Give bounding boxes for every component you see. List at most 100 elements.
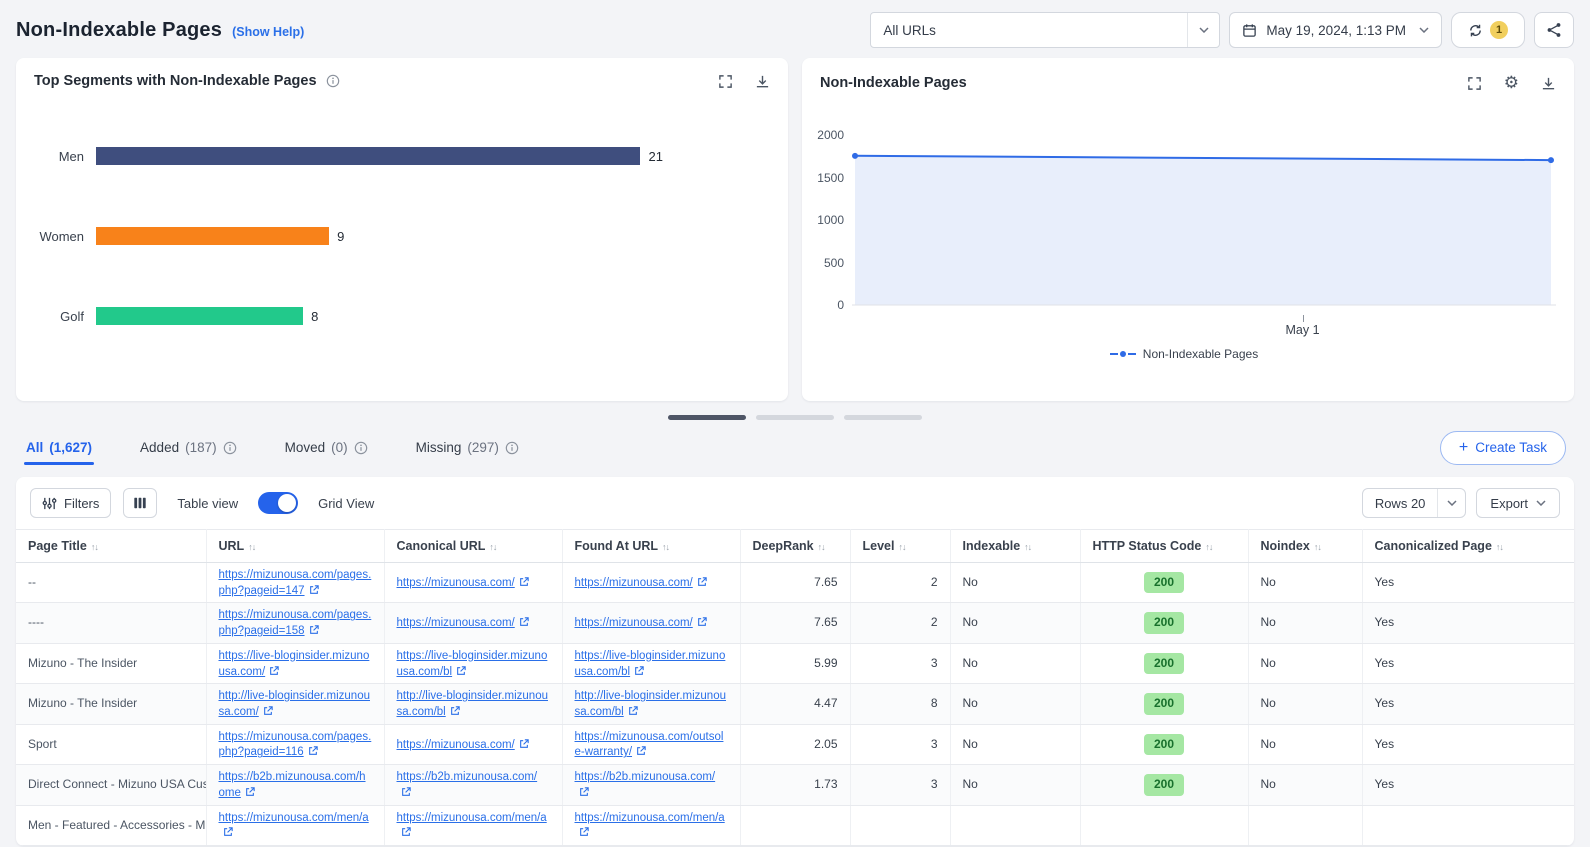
table-row[interactable]: Mizuno - The Insider http://live-bloginsi… (16, 683, 1574, 725)
sort-icon[interactable]: ↑↓ (489, 542, 497, 552)
date-picker[interactable]: May 19, 2024, 1:13 PM (1229, 12, 1442, 48)
view-toggle[interactable] (258, 492, 299, 514)
trend-legend[interactable]: Non-Indexable Pages (812, 347, 1556, 361)
table-row[interactable]: Men - Featured - Accessories - Miz https:… (16, 805, 1574, 847)
trend-x-axis: May 1 (852, 315, 1556, 339)
column-header-indexable[interactable]: Indexable ↑↓ (950, 529, 1081, 563)
cell-found-at-url: https://mizunousa.com/ (562, 602, 741, 644)
column-header-canonical-url[interactable]: Canonical URL ↑↓ (384, 529, 563, 563)
url-link[interactable]: https://mizunousa.com/men/a (575, 812, 725, 840)
info-icon[interactable] (354, 441, 368, 455)
bar[interactable] (96, 307, 304, 325)
table-row[interactable]: Direct Connect - Mizuno USA Custo https:/… (16, 764, 1574, 806)
cell-canonicalized-page: Yes (1362, 562, 1574, 604)
download-icon[interactable] (755, 74, 770, 89)
url-link[interactable]: https://mizunousa.com/ (397, 617, 529, 629)
url-link[interactable]: http://live-bloginsider.mizunousa.com/ (219, 690, 371, 718)
url-link[interactable]: https://b2b.mizunousa.com/ (397, 771, 537, 799)
sort-icon[interactable]: ↑↓ (898, 542, 906, 552)
export-button[interactable]: Export (1476, 488, 1560, 518)
carousel-segment[interactable] (844, 415, 922, 420)
carousel-segment[interactable] (668, 415, 746, 420)
info-icon[interactable] (505, 441, 519, 455)
url-link[interactable]: https://b2b.mizunousa.com/ (575, 771, 715, 799)
cell-found-at-url: https://live-bloginsider.mizunousa.com/b… (562, 643, 741, 685)
show-help-link[interactable]: (Show Help) (232, 25, 304, 39)
url-link[interactable]: https://mizunousa.com/outsole-warranty/ (575, 731, 724, 759)
external-link-icon (628, 706, 638, 715)
column-header-noindex[interactable]: Noindex ↑↓ (1248, 529, 1363, 563)
table-row[interactable]: Mizuno - The Insider https://live-blogins… (16, 643, 1574, 685)
sort-icon[interactable]: ↑↓ (1496, 542, 1504, 552)
column-header-level[interactable]: Level ↑↓ (850, 529, 951, 563)
cell-url: http://live-bloginsider.mizunousa.com/ (206, 683, 385, 725)
url-link[interactable]: http://live-bloginsider.mizunousa.com/bl (397, 690, 549, 718)
url-link[interactable]: https://b2b.mizunousa.com/home (219, 771, 366, 799)
url-link[interactable]: https://live-bloginsider.mizunousa.com/b… (397, 650, 548, 678)
tab-added[interactable]: Added (187) (138, 426, 239, 469)
expand-icon[interactable] (1467, 76, 1482, 91)
cell-deeprank: 7.65 (740, 602, 851, 644)
url-link[interactable]: https://mizunousa.com/men/a (219, 812, 369, 840)
column-header-canonicalized-page[interactable]: Canonicalized Page ↑↓ (1362, 529, 1574, 563)
cell-canonical-url: https://mizunousa.com/men/a (384, 805, 563, 847)
url-link[interactable]: https://mizunousa.com/ (575, 617, 707, 629)
column-header-url[interactable]: URL ↑↓ (206, 529, 385, 563)
create-task-button[interactable]: + Create Task (1439, 430, 1566, 465)
column-header-deeprank[interactable]: DeepRank ↑↓ (740, 529, 851, 563)
carousel-segment[interactable] (756, 415, 834, 420)
rows-per-page-select[interactable]: Rows 20 (1361, 488, 1467, 518)
table-row[interactable]: ---- https://mizunousa.com/pages.php?page… (16, 602, 1574, 644)
url-link[interactable]: http://live-bloginsider.mizunousa.com/bl (575, 690, 727, 718)
segments-bar-chart: Men 21 Women 9 Golf 8 (16, 95, 788, 325)
url-link[interactable]: https://mizunousa.com/ (397, 577, 529, 589)
column-header-http-status-code[interactable]: HTTP Status Code ↑↓ (1080, 529, 1249, 563)
table-row[interactable]: Sport https://mizunousa.com/pages.php?pag… (16, 724, 1574, 766)
tab-all[interactable]: All (1,627) (24, 426, 95, 469)
info-icon[interactable] (223, 441, 237, 455)
cell-indexable: No (950, 724, 1081, 766)
expand-icon[interactable] (718, 74, 733, 89)
table-row[interactable]: -- https://mizunousa.com/pages.php?pageid… (16, 562, 1574, 604)
sort-icon[interactable]: ↑↓ (1314, 542, 1322, 552)
sort-icon[interactable]: ↑↓ (1024, 542, 1032, 552)
url-link[interactable]: https://mizunousa.com/pages.php?pageid=1… (219, 569, 372, 597)
chevron-down-icon[interactable] (1437, 489, 1465, 517)
tab-moved[interactable]: Moved (0) (283, 426, 370, 469)
table-toolbar: Filters Table view Grid View Rows 20 Exp… (16, 477, 1574, 529)
external-link-icon (263, 706, 273, 715)
bar[interactable] (96, 147, 641, 165)
cell-page-title: -- (16, 562, 207, 604)
gear-icon[interactable]: ⚙ (1504, 73, 1519, 93)
url-link[interactable]: https://mizunousa.com/pages.php?pageid=1… (219, 609, 372, 637)
url-link[interactable]: https://live-bloginsider.mizunousa.com/b… (575, 650, 726, 678)
segments-card: Top Segments with Non-Indexable Pages Me… (16, 58, 788, 401)
sort-icon[interactable]: ↑↓ (818, 542, 826, 552)
url-filter-select[interactable]: All URLs (870, 12, 1221, 48)
column-header-found-at-url[interactable]: Found At URL ↑↓ (562, 529, 741, 563)
url-link[interactable]: https://mizunousa.com/ (397, 739, 529, 751)
filters-button[interactable]: Filters (30, 488, 112, 518)
url-link[interactable]: https://mizunousa.com/pages.php?pageid=1… (219, 731, 372, 759)
url-link[interactable]: https://live-bloginsider.mizunousa.com/ (219, 650, 370, 678)
sort-icon[interactable]: ↑↓ (91, 542, 99, 552)
topbar-controls: All URLs May 19, 2024, 1:13 PM 1 (870, 12, 1574, 48)
share-button[interactable] (1534, 12, 1574, 48)
url-link[interactable]: https://mizunousa.com/ (575, 577, 707, 589)
cell-canonicalized-page: Yes (1362, 724, 1574, 766)
column-header-page-title[interactable]: Page Title ↑↓ (16, 529, 207, 563)
columns-button[interactable] (123, 488, 158, 518)
bar[interactable] (96, 227, 330, 245)
refresh-count-badge: 1 (1490, 21, 1508, 39)
url-link[interactable]: https://mizunousa.com/men/a (397, 812, 547, 840)
sort-icon[interactable]: ↑↓ (248, 542, 256, 552)
cell-deeprank: 1.73 (740, 764, 851, 806)
tab-missing[interactable]: Missing (297) (414, 426, 521, 469)
download-icon[interactable] (1541, 76, 1556, 91)
sort-icon[interactable]: ↑↓ (662, 542, 670, 552)
chevron-down-icon[interactable] (1187, 13, 1219, 47)
sort-icon[interactable]: ↑↓ (1205, 542, 1213, 552)
info-icon[interactable] (326, 74, 340, 88)
refresh-button[interactable]: 1 (1451, 12, 1525, 48)
cell-url: https://mizunousa.com/pages.php?pageid=1… (206, 724, 385, 766)
